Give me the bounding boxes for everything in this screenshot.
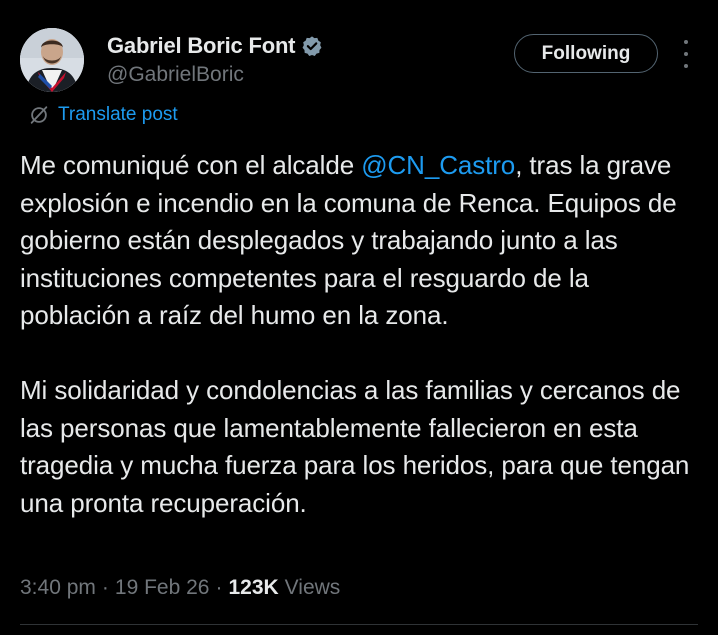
translate-post-link[interactable]: Translate post [28, 104, 178, 126]
post-text: Me comuniqué con el alcalde @CN_Castro, … [20, 147, 700, 522]
post-paragraph-2: Mi solidaridad y condolencias a las fami… [20, 375, 690, 518]
post-text-lead: Me comuniqué con el alcalde [20, 150, 362, 180]
post-header: Gabriel Boric Font @GabrielBoric Followi… [20, 28, 698, 92]
post-meta: 3:40 pm · 19 Feb 26 · 123K Views [20, 576, 340, 600]
post-time[interactable]: 3:40 pm [20, 576, 96, 600]
translate-label: Translate post [58, 104, 178, 125]
translate-icon [30, 106, 48, 124]
display-name-row: Gabriel Boric Font [107, 32, 323, 60]
verified-badge-icon[interactable] [301, 35, 323, 57]
display-name[interactable]: Gabriel Boric Font [107, 33, 296, 59]
more-vertical-icon[interactable] [680, 40, 692, 68]
following-button[interactable]: Following [514, 34, 658, 73]
meta-separator: · [101, 576, 109, 599]
avatar-image [20, 28, 84, 92]
more-dot [684, 52, 688, 56]
more-dot [684, 40, 688, 44]
post-detail: Gabriel Boric Font @GabrielBoric Followi… [0, 0, 718, 635]
more-dot [684, 64, 688, 68]
author-names: Gabriel Boric Font @GabrielBoric [107, 32, 323, 87]
divider [20, 624, 698, 625]
meta-separator: · [215, 576, 223, 599]
mention-link[interactable]: @CN_Castro [361, 150, 515, 180]
views-count[interactable]: 123K [228, 576, 278, 600]
post-paragraph-1: Me comuniqué con el alcalde @CN_Castro, … [20, 147, 700, 335]
author-handle[interactable]: @GabrielBoric [107, 63, 323, 87]
avatar[interactable] [20, 28, 84, 92]
views-label: Views [284, 576, 341, 599]
post-date[interactable]: 19 Feb 26 [115, 576, 210, 600]
